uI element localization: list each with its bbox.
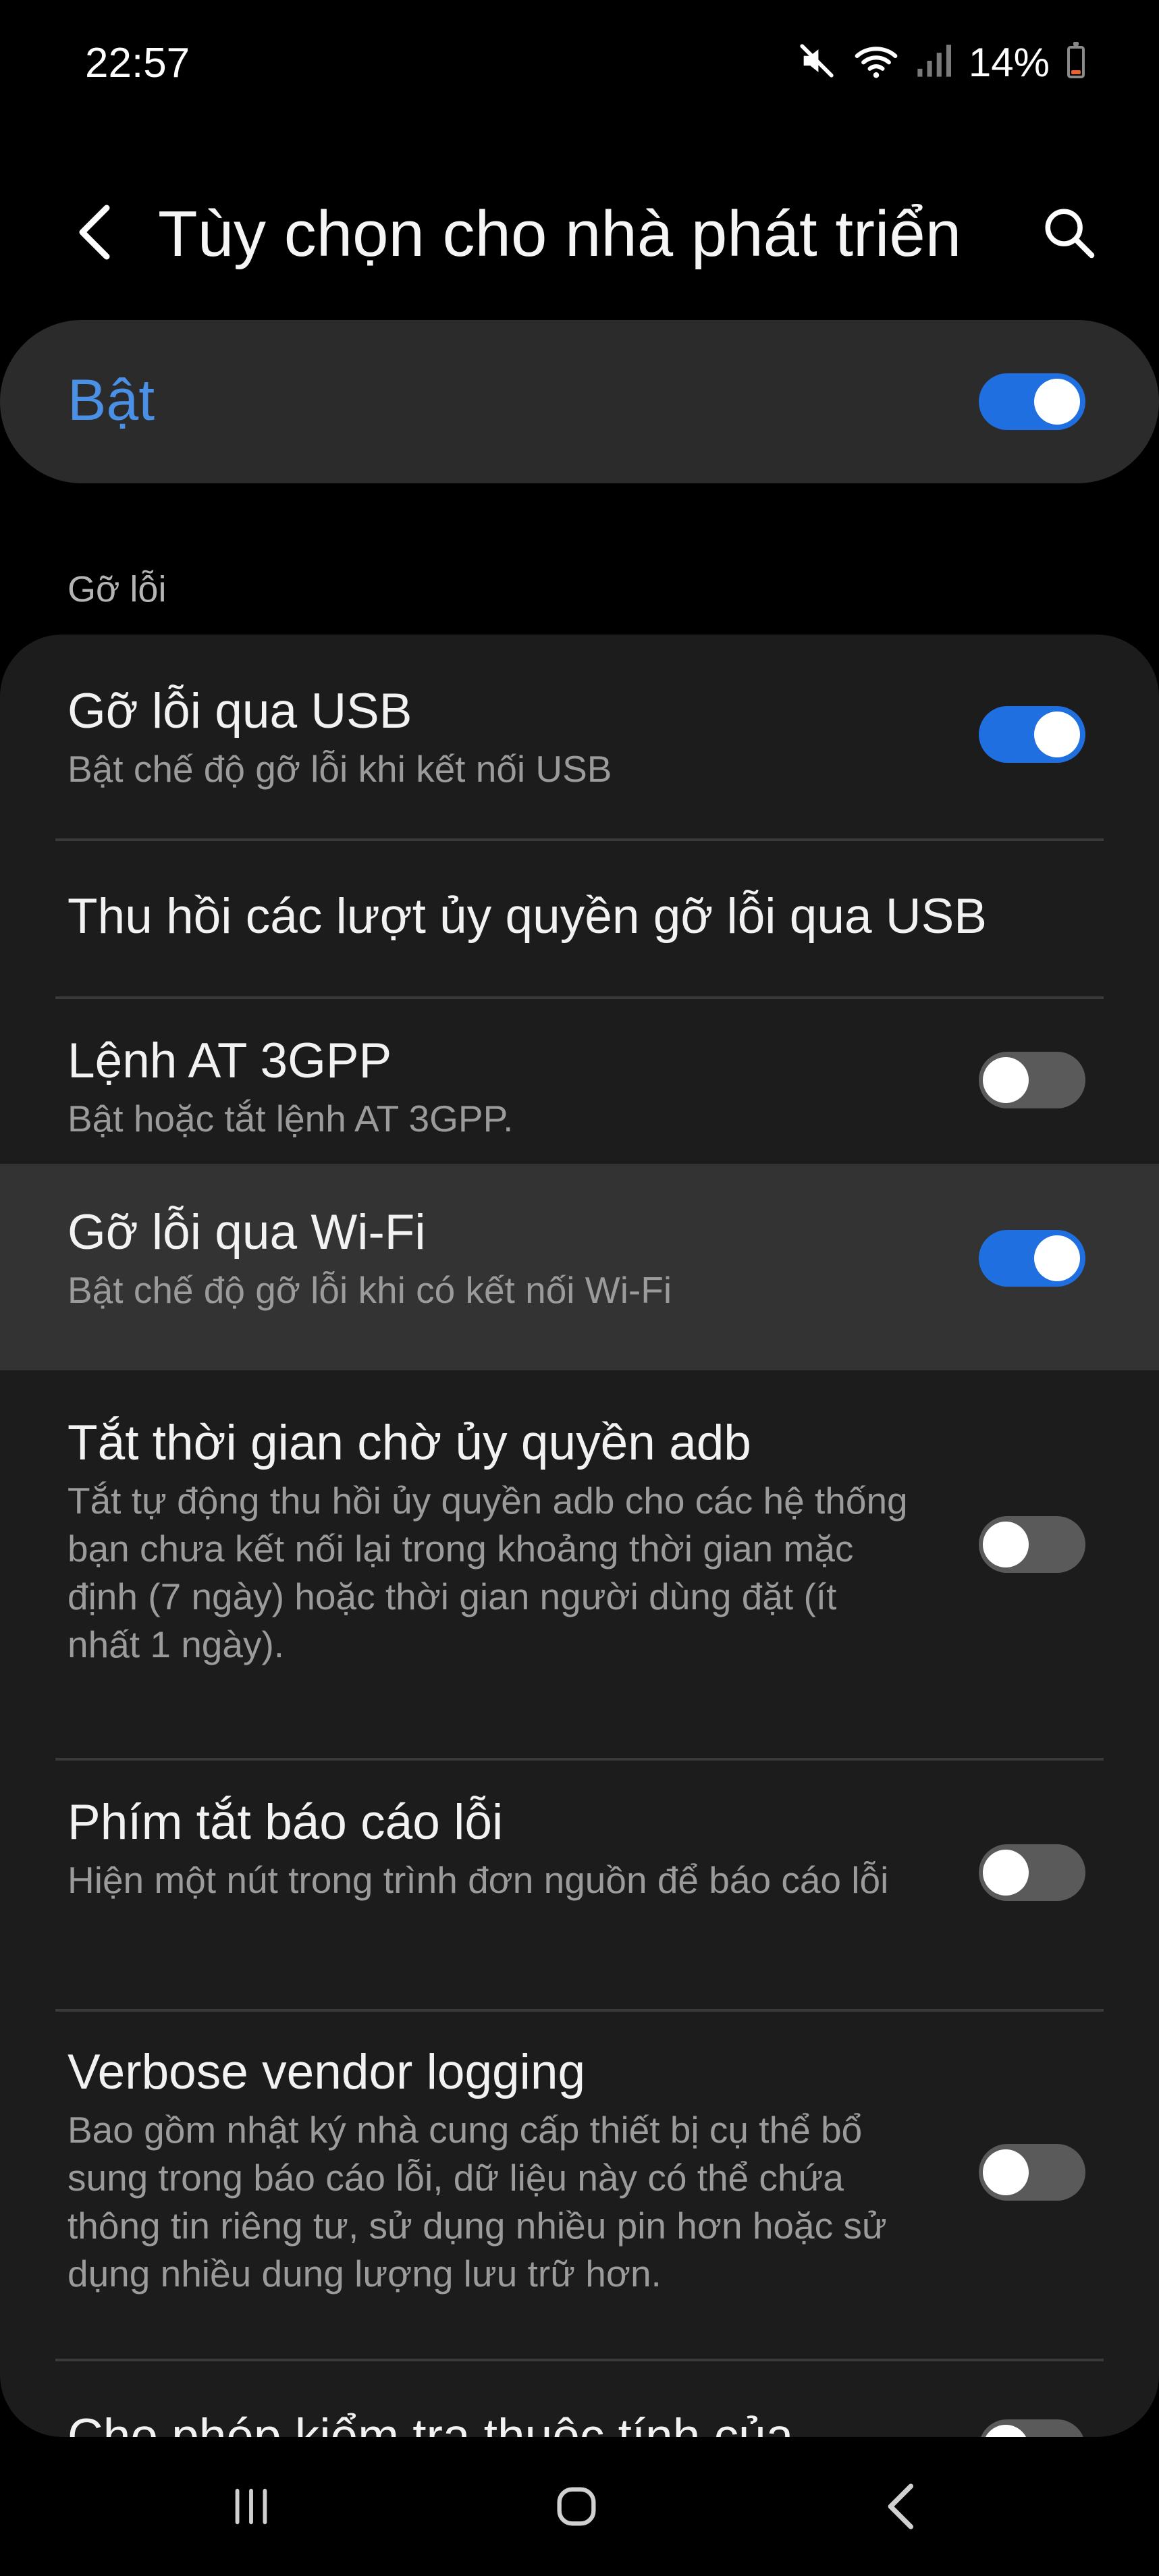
toggle-thumb: [983, 1850, 1029, 1896]
item-subtitle: Bật hoặc tắt lệnh AT 3GPP.: [68, 1098, 514, 1139]
attribute-inspection-toggle[interactable]: [979, 2419, 1085, 2437]
page-title: Tùy chọn cho nhà phát triển: [158, 198, 962, 270]
home-button[interactable]: [509, 2464, 644, 2552]
search-button[interactable]: [1031, 193, 1106, 274]
toggle-thumb: [1034, 379, 1080, 425]
status-time: 22:57: [85, 40, 190, 86]
adb-timeout-toggle[interactable]: [979, 1516, 1085, 1573]
list-item-verbose-vendor-logging[interactable]: Verbose vendor logging Bao gồm nhật ký n…: [0, 2012, 1159, 2318]
item-title: Gỡ lỗi qua USB: [68, 684, 412, 739]
toggle-thumb: [983, 1522, 1029, 1567]
toggle-thumb: [983, 1057, 1029, 1103]
battery-icon: [1067, 42, 1085, 78]
item-subtitle: Bao gồm nhật ký nhà cung cấp thiết bị cụ…: [68, 2109, 887, 2295]
item-subtitle: Hiện một nút trong trình đơn nguồn để bá…: [68, 1859, 889, 1901]
verbose-vendor-logging-toggle[interactable]: [979, 2144, 1085, 2201]
list-item-revoke-usb-auth[interactable]: Thu hồi các lượt ủy quyền gỡ lỗi qua USB: [0, 841, 1159, 995]
item-title: Gỡ lỗi qua Wi-Fi: [68, 1205, 426, 1260]
toggle-thumb: [1034, 1235, 1080, 1281]
master-switch-toggle[interactable]: [979, 373, 1085, 430]
item-title: Thu hồi các lượt ủy quyền gỡ lỗi qua USB: [68, 889, 987, 944]
mute-icon: [797, 41, 836, 84]
toggle-thumb: [983, 2149, 1029, 2195]
list-item-wifi-debugging[interactable]: Gỡ lỗi qua Wi-Fi Bật chế độ gỡ lỗi khi c…: [0, 1164, 1159, 1370]
recents-button[interactable]: [184, 2464, 319, 2552]
item-title: Cho phép kiểm tra thuộc tính của: [68, 2409, 794, 2437]
item-title: Lệnh AT 3GPP: [68, 1034, 392, 1088]
wifi-debugging-toggle[interactable]: [979, 1230, 1085, 1287]
nav-back-button[interactable]: [834, 2464, 969, 2552]
list-item-usb-debugging[interactable]: Gỡ lỗi qua USB Bật chế độ gỡ lỗi khi kết…: [0, 635, 1159, 837]
item-subtitle: Bật chế độ gỡ lỗi khi kết nối USB: [68, 748, 612, 790]
home-icon: [551, 2481, 602, 2535]
chevron-left-icon: [74, 202, 115, 266]
battery-level: [1071, 70, 1081, 74]
item-subtitle: Bật chế độ gỡ lỗi khi có kết nối Wi-Fi: [68, 1269, 672, 1311]
settings-list: Gỡ lỗi qua USB Bật chế độ gỡ lỗi khi kết…: [0, 635, 1159, 2437]
recents-icon: [227, 2483, 275, 2533]
signal-icon: [916, 41, 951, 84]
item-title: Phím tắt báo cáo lỗi: [68, 1795, 504, 1850]
bug-report-shortcut-toggle[interactable]: [979, 1844, 1085, 1901]
usb-debugging-toggle[interactable]: [979, 706, 1085, 763]
battery-percent: 14%: [968, 39, 1050, 85]
list-item-bug-report-shortcut[interactable]: Phím tắt báo cáo lỗi Hiện một nút trong …: [0, 1761, 1159, 1967]
app-bar: Tùy chọn cho nhà phát triển: [0, 169, 1159, 297]
list-item-attribute-inspection[interactable]: Cho phép kiểm tra thuộc tính của: [0, 2361, 1159, 2437]
navigation-bar: [0, 2437, 1159, 2576]
toggle-thumb: [1034, 712, 1080, 757]
master-switch-label: Bật: [68, 368, 155, 433]
item-title: Verbose vendor logging: [68, 2045, 586, 2099]
3gpp-at-toggle[interactable]: [979, 1052, 1085, 1108]
back-icon: [882, 2479, 922, 2537]
search-icon: [1041, 205, 1096, 263]
item-subtitle: Tắt tự động thu hồi ủy quyền adb cho các…: [68, 1480, 908, 1665]
section-header: Gỡ lỗi: [68, 569, 167, 610]
wifi-icon: [854, 41, 898, 84]
status-icons: 14%: [797, 35, 1085, 89]
toggle-thumb: [983, 2425, 1029, 2437]
back-button[interactable]: [61, 193, 128, 274]
list-item-adb-timeout[interactable]: Tắt thời gian chờ ủy quyền adb Tắt tự độ…: [0, 1370, 1159, 1716]
master-switch-row[interactable]: Bật: [0, 320, 1159, 483]
list-item-3gpp-at[interactable]: Lệnh AT 3GPP Bật hoặc tắt lệnh AT 3GPP.: [0, 999, 1159, 1164]
status-bar: 22:57 14%: [0, 0, 1159, 128]
item-title: Tắt thời gian chờ ủy quyền adb: [68, 1416, 751, 1470]
